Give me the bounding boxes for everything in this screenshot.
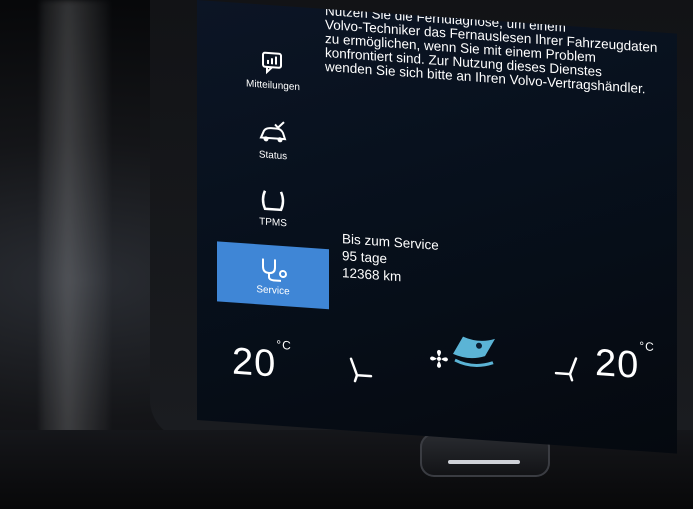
fan-icon[interactable] (429, 348, 449, 369)
sidebar-item-tpms[interactable]: TPMS (217, 173, 329, 251)
sidebar-item-status[interactable]: Status (217, 106, 329, 184)
tire-pressure-icon (261, 190, 285, 212)
sidebar-item-mitteilungen[interactable]: Mitteilungen (217, 36, 329, 114)
stethoscope-icon (262, 258, 287, 282)
right-seat-heat-icon[interactable] (552, 353, 582, 385)
car-status-icon (259, 121, 287, 143)
sidebar-item-label: Status (258, 149, 288, 163)
sidebar-item-label: TPMS (259, 216, 287, 230)
climate-bar: 20°C 20°C (197, 318, 677, 432)
sidebar-item-label: Mitteilungen (246, 78, 300, 94)
service-info: Bis zum Service 95 tage 12368 km (342, 230, 439, 288)
sidebar-item-service[interactable]: Service (217, 241, 329, 310)
messages-icon (262, 51, 282, 75)
left-seat-heat-icon[interactable] (345, 354, 375, 386)
infotainment-screen: Nutzen Sie die Ferndiagnose, um einem Vo… (197, 0, 677, 454)
climate-control-icon[interactable] (449, 330, 499, 375)
right-temperature[interactable]: 20°C (595, 339, 655, 389)
sidebar-item-label: Service (256, 284, 290, 298)
home-button-line (448, 460, 520, 464)
left-temperature[interactable]: 20°C (232, 338, 292, 387)
